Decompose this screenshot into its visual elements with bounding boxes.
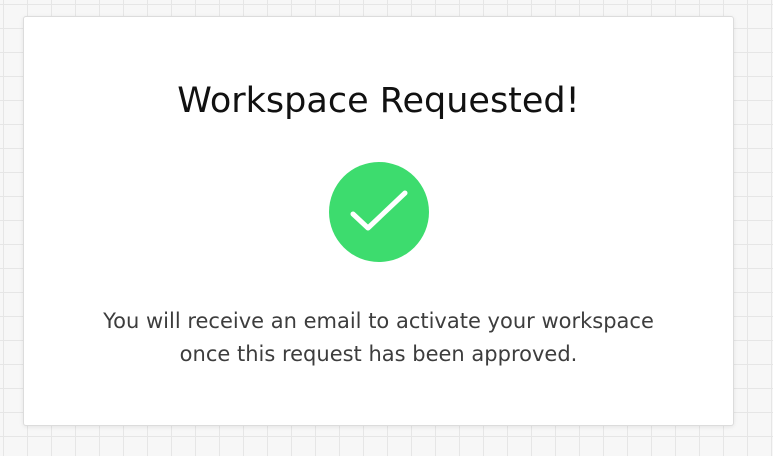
confirmation-card: Workspace Requested! You will receive an… [23, 16, 734, 426]
message-line: once this request has been approved. [179, 342, 578, 366]
confirmation-message: You will receive an email to activate yo… [24, 305, 733, 371]
check-mark-icon [350, 190, 408, 231]
success-check-icon [329, 162, 429, 262]
page-title: Workspace Requested! [177, 81, 580, 121]
message-line: You will receive an email to activate yo… [103, 309, 654, 333]
